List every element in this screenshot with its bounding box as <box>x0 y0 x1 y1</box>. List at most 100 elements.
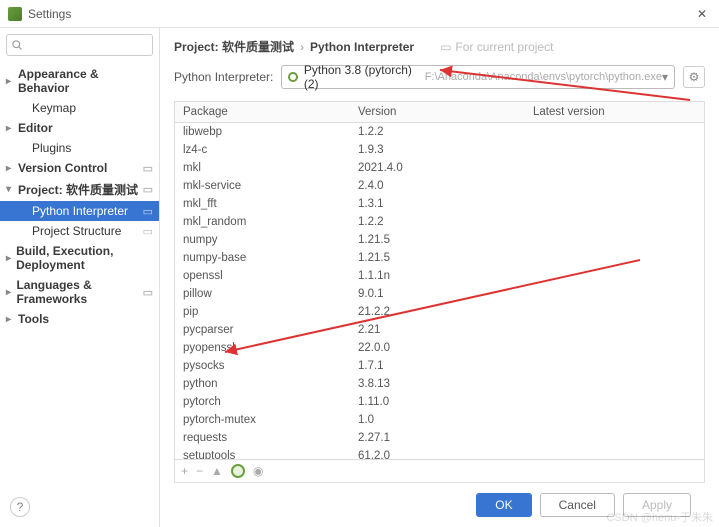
chevron-right-icon: › <box>300 40 304 54</box>
sidebar-item-3[interactable]: Plugins <box>0 138 159 158</box>
ok-button[interactable]: OK <box>476 493 531 517</box>
tag-icon: ▭ <box>143 225 153 238</box>
table-row[interactable]: pillow9.0.1 <box>175 285 704 303</box>
eye-icon[interactable]: ◉ <box>253 464 263 478</box>
app-icon <box>8 7 22 21</box>
table-row[interactable]: numpy-base1.21.5 <box>175 249 704 267</box>
breadcrumb-hint: ▭For current project <box>440 40 553 54</box>
table-row[interactable]: pyopenssl22.0.0 <box>175 339 704 357</box>
conda-toggle-icon[interactable] <box>231 464 245 478</box>
arrow-icon <box>6 314 16 325</box>
breadcrumb-prefix: Project: <box>174 40 219 54</box>
cell-version: 1.21.5 <box>350 251 525 265</box>
cell-latest <box>525 197 704 211</box>
cell-version: 9.0.1 <box>350 287 525 301</box>
table-row[interactable]: requests2.27.1 <box>175 429 704 447</box>
help-icon[interactable]: ? <box>10 497 30 517</box>
sidebar-item-7[interactable]: Project Structure▭ <box>0 221 159 241</box>
cell-package: libwebp <box>175 125 350 139</box>
sidebar-item-label: Editor <box>18 121 53 135</box>
window-title: Settings <box>28 7 693 21</box>
sidebar-item-5[interactable]: Project: 软件质量测试▭ <box>0 178 159 201</box>
cell-version: 1.21.5 <box>350 233 525 247</box>
cell-latest <box>525 341 704 355</box>
cell-latest <box>525 143 704 157</box>
add-icon[interactable]: + <box>181 464 188 478</box>
sidebar-item-label: Build, Execution, Deployment <box>16 244 153 272</box>
cell-package: mkl_random <box>175 215 350 229</box>
table-row[interactable]: mkl_random1.2.2 <box>175 213 704 231</box>
cell-package: pip <box>175 305 350 319</box>
sidebar-item-label: Appearance & Behavior <box>18 67 153 95</box>
up-icon[interactable]: ▲ <box>211 464 223 478</box>
breadcrumb-project: 软件质量测试 <box>222 40 294 54</box>
table-row[interactable]: openssl1.1.1n <box>175 267 704 285</box>
table-row[interactable]: mkl_fft1.3.1 <box>175 195 704 213</box>
cell-latest <box>525 161 704 175</box>
remove-icon[interactable]: − <box>196 464 203 478</box>
sidebar-item-9[interactable]: Languages & Frameworks▭ <box>0 275 159 309</box>
settings-tree: Appearance & Behavior Keymap Editor Plugins… <box>0 62 159 527</box>
cell-package: setuptools <box>175 449 350 459</box>
cell-latest <box>525 233 704 247</box>
sidebar-item-1[interactable]: Keymap <box>0 98 159 118</box>
cell-version: 2.21 <box>350 323 525 337</box>
table-row[interactable]: lz4-c1.9.3 <box>175 141 704 159</box>
table-row[interactable]: pycparser2.21 <box>175 321 704 339</box>
sidebar-item-label: Version Control <box>18 161 107 175</box>
cancel-button[interactable]: Cancel <box>540 493 615 517</box>
header-version[interactable]: Version <box>350 102 525 122</box>
cell-version: 1.7.1 <box>350 359 525 373</box>
package-toolbar: + − ▲ ◉ <box>175 459 704 482</box>
interpreter-label: Python Interpreter: <box>174 70 273 84</box>
header-latest[interactable]: Latest version <box>525 102 704 122</box>
arrow-icon <box>6 184 16 195</box>
sidebar-item-10[interactable]: Tools <box>0 309 159 329</box>
tag-icon: ▭ <box>143 286 153 299</box>
table-row[interactable]: libwebp1.2.2 <box>175 123 704 141</box>
cell-version: 2.4.0 <box>350 179 525 193</box>
close-icon[interactable]: ✕ <box>693 7 711 21</box>
cell-latest <box>525 395 704 409</box>
search-input[interactable] <box>6 34 153 56</box>
table-row[interactable]: mkl2021.4.0 <box>175 159 704 177</box>
table-row[interactable]: pytorch-mutex1.0 <box>175 411 704 429</box>
cell-package: numpy <box>175 233 350 247</box>
sidebar-item-8[interactable]: Build, Execution, Deployment <box>0 241 159 275</box>
cell-package: python <box>175 377 350 391</box>
table-row[interactable]: pysocks1.7.1 <box>175 357 704 375</box>
sidebar-item-0[interactable]: Appearance & Behavior <box>0 64 159 98</box>
table-row[interactable]: pytorch1.11.0 <box>175 393 704 411</box>
sidebar-item-2[interactable]: Editor <box>0 118 159 138</box>
cell-package: lz4-c <box>175 143 350 157</box>
sidebar-item-label: Tools <box>18 312 49 326</box>
gear-icon[interactable]: ⚙ <box>683 66 705 88</box>
interpreter-select[interactable]: Python 3.8 (pytorch) (2) F:\Anaconda\Ana… <box>281 65 675 89</box>
sidebar-item-6[interactable]: Python Interpreter▭ <box>0 201 159 221</box>
table-row[interactable]: python3.8.13 <box>175 375 704 393</box>
conda-icon <box>288 72 297 82</box>
table-row[interactable]: numpy1.21.5 <box>175 231 704 249</box>
cell-package: mkl-service <box>175 179 350 193</box>
chevron-down-icon: ▾ <box>662 70 668 84</box>
tag-icon: ▭ <box>143 162 153 175</box>
cell-version: 22.0.0 <box>350 341 525 355</box>
table-row[interactable]: pip21.2.2 <box>175 303 704 321</box>
cell-package: pillow <box>175 287 350 301</box>
tag-icon: ▭ <box>143 183 153 196</box>
watermark: CSDN @henu-于朱朱 <box>606 509 713 525</box>
cell-package: pycparser <box>175 323 350 337</box>
cell-latest <box>525 125 704 139</box>
table-row[interactable]: setuptools61.2.0 <box>175 447 704 459</box>
cell-version: 61.2.0 <box>350 449 525 459</box>
table-body: libwebp1.2.2lz4-c1.9.3mkl2021.4.0mkl-ser… <box>175 123 704 459</box>
interpreter-row: Python Interpreter: Python 3.8 (pytorch)… <box>174 65 705 89</box>
cell-version: 1.9.3 <box>350 143 525 157</box>
header-package[interactable]: Package <box>175 102 350 122</box>
cell-latest <box>525 269 704 283</box>
cell-package: numpy-base <box>175 251 350 265</box>
arrow-icon <box>6 253 14 264</box>
table-row[interactable]: mkl-service2.4.0 <box>175 177 704 195</box>
cell-version: 1.3.1 <box>350 197 525 211</box>
sidebar-item-4[interactable]: Version Control ▭ <box>0 158 159 178</box>
